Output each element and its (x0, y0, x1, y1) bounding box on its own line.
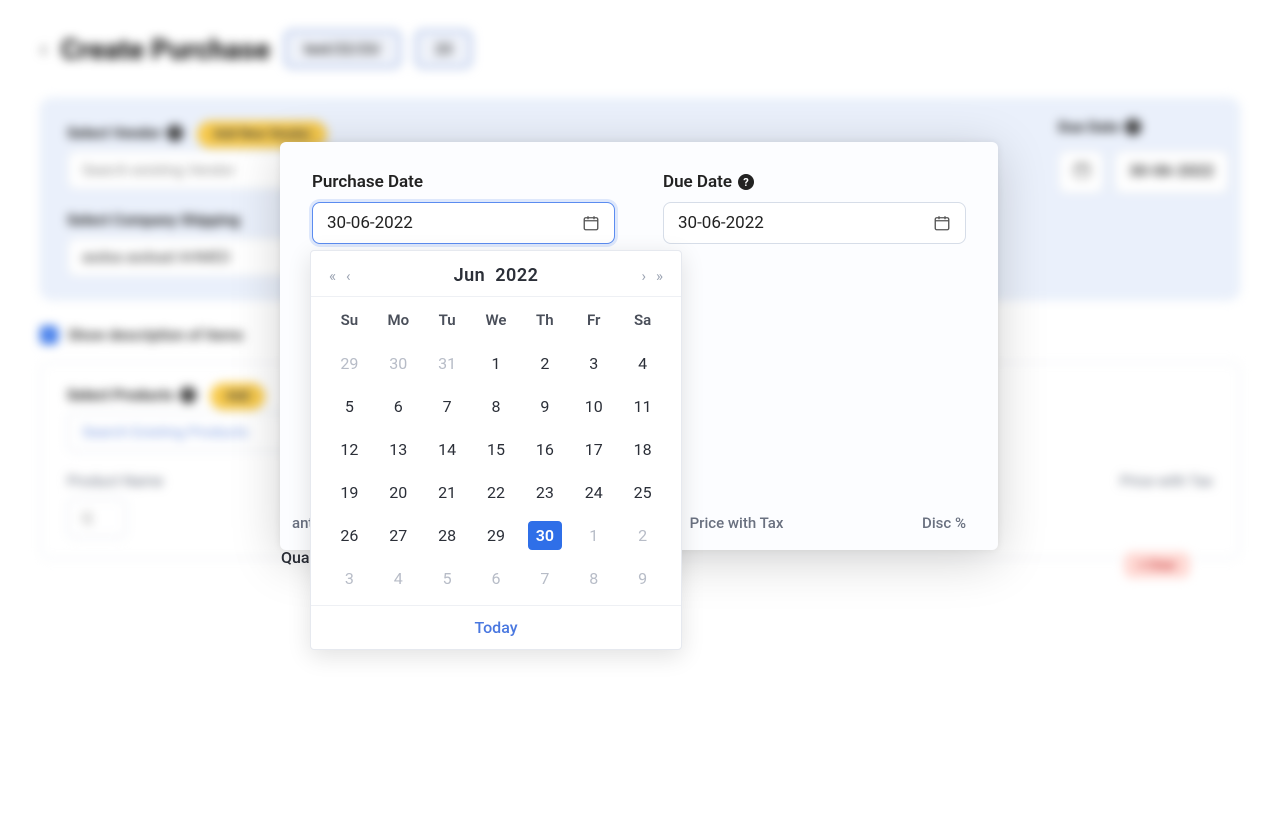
calendar-dow: We (472, 305, 521, 335)
calendar-day[interactable]: 19 (325, 478, 374, 507)
calendar-day[interactable]: 1 (472, 349, 521, 378)
help-icon[interactable]: ? (167, 125, 183, 141)
calendar-day[interactable]: 9 (618, 564, 667, 593)
calendar-day[interactable]: 22 (472, 478, 521, 507)
calendar-icon-box[interactable] (1058, 150, 1104, 194)
prev-year-button[interactable]: « (329, 267, 336, 285)
help-icon[interactable]: ? (738, 174, 754, 190)
purchase-date-label: Purchase Date (312, 172, 615, 192)
due-date-label: Due Date ? (663, 172, 966, 192)
calendar-day[interactable]: 3 (325, 564, 374, 593)
help-icon[interactable]: ? (1125, 119, 1141, 135)
due-date-value-bg: 30-06-2022 (1114, 150, 1229, 194)
calendar-day[interactable]: 5 (325, 392, 374, 421)
purchase-date-input[interactable]: 30-06-2022 (312, 202, 615, 244)
calendar-day[interactable]: 11 (618, 392, 667, 421)
tag-1[interactable]: text/22/23/ (284, 30, 401, 68)
calendar-dow: Mo (374, 305, 423, 335)
shipping-label: Select Company Shipping (67, 211, 240, 229)
back-chevron-icon[interactable]: ‹ (40, 37, 47, 62)
calendar-year[interactable]: 2022 (495, 265, 538, 286)
calendar-day[interactable]: 21 (423, 478, 472, 507)
vendor-search-input[interactable]: Search existing Vendor (67, 150, 307, 190)
checkbox-icon: ✓ (40, 326, 58, 344)
calendar-day[interactable]: 14 (423, 435, 472, 464)
calendar-day[interactable]: 3 (569, 349, 618, 378)
calendar-day[interactable]: 1 (569, 521, 618, 550)
col-price-with-tax: Price with Tax (1120, 472, 1213, 490)
calendar-popup: « ‹ Jun 2022 › » SuMoTuWeThFrSa293031123… (310, 250, 682, 650)
calendar-day[interactable]: 16 (520, 435, 569, 464)
due-date-input[interactable]: 30-06-2022 (663, 202, 966, 244)
product-search-input[interactable]: Search Existing Products (67, 412, 307, 452)
calendar-day[interactable]: 25 (618, 478, 667, 507)
calendar-day[interactable]: 10 (569, 392, 618, 421)
calendar-grid: SuMoTuWeThFrSa29303112345678910111213141… (311, 297, 681, 605)
help-icon[interactable]: ? (180, 387, 196, 403)
calendar-day[interactable]: 6 (472, 564, 521, 593)
calendar-day[interactable]: 18 (618, 435, 667, 464)
calendar-day[interactable]: 29 (325, 349, 374, 378)
clear-button[interactable]: × Clear (1124, 552, 1190, 578)
calendar-day[interactable]: 8 (569, 564, 618, 593)
calendar-icon (582, 214, 600, 232)
prev-month-button[interactable]: ‹ (346, 267, 351, 285)
calendar-day[interactable]: 26 (325, 521, 374, 550)
add-product-button[interactable]: Add (210, 383, 265, 410)
calendar-day[interactable]: 30 (528, 521, 562, 550)
next-year-button[interactable]: » (656, 267, 663, 285)
today-link[interactable]: Today (474, 618, 517, 637)
calendar-day[interactable]: 27 (374, 521, 423, 550)
calendar-day[interactable]: 8 (472, 392, 521, 421)
calendar-day[interactable]: 24 (569, 478, 618, 507)
due-date-label-bg: Due Date ? (1058, 118, 1141, 136)
calendar-icon (933, 214, 951, 232)
calendar-day[interactable]: 23 (520, 478, 569, 507)
calendar-day[interactable]: 13 (374, 435, 423, 464)
col-price-with-tax: Price with Tax (690, 514, 784, 532)
calendar-day[interactable]: 4 (374, 564, 423, 593)
calendar-dow: Tu (423, 305, 472, 335)
page-title: Create Purchase (61, 33, 270, 66)
q-input[interactable]: Q (67, 498, 127, 538)
calendar-day[interactable]: 28 (423, 521, 472, 550)
calendar-day[interactable]: 30 (374, 349, 423, 378)
calendar-day[interactable]: 12 (325, 435, 374, 464)
tag-2[interactable]: 23 (415, 30, 472, 68)
calendar-dow: Su (325, 305, 374, 335)
calendar-day[interactable]: 7 (520, 564, 569, 593)
calendar-day[interactable]: 17 (569, 435, 618, 464)
calendar-day[interactable]: 7 (423, 392, 472, 421)
calendar-day[interactable]: 2 (520, 349, 569, 378)
calendar-day[interactable]: 4 (618, 349, 667, 378)
calendar-day[interactable]: 6 (374, 392, 423, 421)
next-month-button[interactable]: › (641, 267, 646, 285)
select-vendor-label: Select Vendor ? (67, 124, 183, 142)
quantity-label: QuantityQua (281, 548, 310, 567)
calendar-day[interactable]: 2 (618, 521, 667, 550)
select-products-label: Select Products ? (67, 386, 196, 404)
calendar-day[interactable]: 5 (423, 564, 472, 593)
col-product-name: Product Name (67, 472, 163, 490)
calendar-day[interactable]: 9 (520, 392, 569, 421)
calendar-dow: Sa (618, 305, 667, 335)
calendar-day[interactable]: 15 (472, 435, 521, 464)
calendar-dow: Fr (569, 305, 618, 335)
calendar-month[interactable]: Jun (454, 265, 486, 286)
calendar-day[interactable]: 20 (374, 478, 423, 507)
calendar-day[interactable]: 31 (423, 349, 472, 378)
col-disc: Disc % (922, 514, 966, 532)
calendar-dow: Th (520, 305, 569, 335)
calendar-day[interactable]: 29 (472, 521, 521, 550)
